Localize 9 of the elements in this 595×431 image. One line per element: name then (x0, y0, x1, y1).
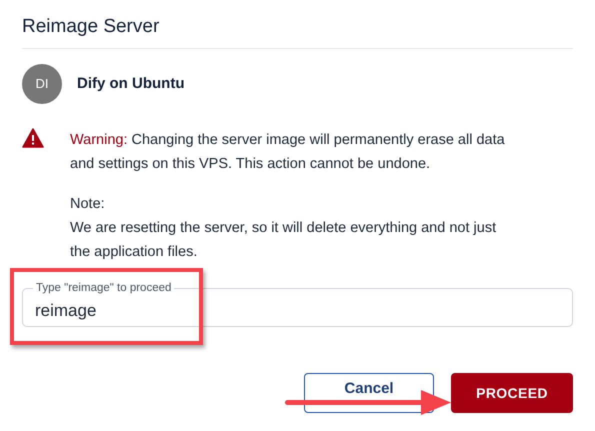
server-name: Dify on Ubuntu (77, 74, 184, 94)
warning-icon (22, 128, 44, 148)
proceed-button[interactable]: PROCEED (451, 373, 573, 413)
warning-text: Warning: Changing the server image will permanently erase all data and settings on this VPS. This action cannot be undone. (70, 131, 506, 174)
avatar: DI (22, 64, 62, 104)
note-label: Note: (70, 195, 106, 214)
note-text: We are resetting the server, so it will delete everything and not just the application files. (70, 219, 498, 262)
floating-label: Type "reimage" to proceed (33, 282, 174, 294)
dialog-title: Reimage Server (22, 15, 160, 39)
